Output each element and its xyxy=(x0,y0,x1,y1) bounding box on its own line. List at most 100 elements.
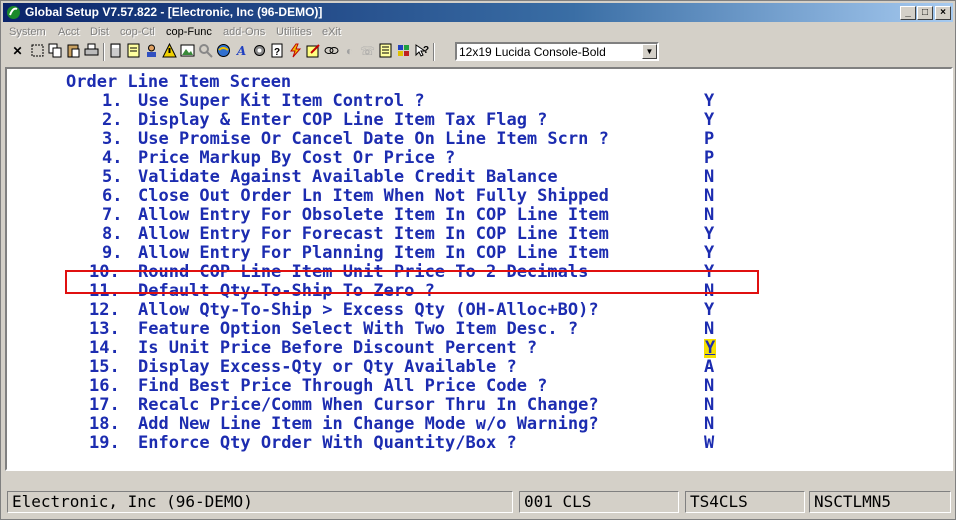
copy-icon[interactable] xyxy=(47,43,64,60)
help-icon[interactable]: ? xyxy=(413,43,430,60)
calculator-icon[interactable] xyxy=(107,43,124,60)
item-value[interactable]: Y xyxy=(704,301,714,320)
item-number: 9. xyxy=(102,243,123,263)
menu-dist[interactable]: Dist xyxy=(90,26,109,38)
item-value[interactable]: W xyxy=(704,434,714,453)
item-number: 14. xyxy=(89,338,120,358)
item-value[interactable]: N xyxy=(704,415,714,434)
item-value[interactable]: N xyxy=(704,206,714,225)
notes-icon[interactable] xyxy=(125,43,142,60)
item-label: Allow Qty-To-Ship > Excess Qty (OH-Alloc… xyxy=(138,300,599,320)
item-value[interactable]: N xyxy=(704,396,714,415)
warning-icon[interactable] xyxy=(161,42,178,60)
item-value[interactable]: A xyxy=(704,358,714,377)
item-number: 18. xyxy=(89,414,120,434)
font-select[interactable]: 12x19 Lucida Console-Bold ▼ xyxy=(455,42,659,61)
toolbar-separator xyxy=(433,43,435,61)
item-label: Is Unit Price Before Discount Percent ? xyxy=(138,338,538,358)
item-number: 5. xyxy=(102,167,123,187)
app-icon xyxy=(7,6,20,19)
item-label: Display Excess-Qty or Qty Available ? xyxy=(138,357,517,377)
item-label: Allow Entry For Obsolete Item In COP Lin… xyxy=(138,205,609,225)
item-value[interactable]: N xyxy=(704,320,714,339)
item-number: 13. xyxy=(89,319,120,339)
item-label: Price Markup By Cost Or Price ? xyxy=(138,148,456,168)
maximize-button[interactable]: □ xyxy=(917,6,933,20)
link-icon[interactable] xyxy=(323,43,340,60)
image-icon[interactable] xyxy=(179,43,196,60)
item-label: Enforce Qty Order With Quantity/Box ? xyxy=(138,433,517,453)
item-label: Add New Line Item in Change Mode w/o War… xyxy=(138,414,599,434)
item-number: 15. xyxy=(89,357,120,377)
menu-cop-func[interactable]: cop-Func xyxy=(166,26,212,38)
item-label: Display & Enter COP Line Item Tax Flag ? xyxy=(138,110,548,130)
item-value[interactable]: Y xyxy=(704,244,714,263)
svg-text:?: ? xyxy=(274,47,280,58)
menu-cop-ctl[interactable]: cop-Ctl xyxy=(120,26,155,38)
chevron-down-icon[interactable]: ▼ xyxy=(642,44,657,59)
item-number: 12. xyxy=(89,300,120,320)
item-value[interactable]: Y xyxy=(704,92,714,111)
explorer-icon[interactable] xyxy=(215,43,232,60)
item-label: Close Out Order Ln Item When Not Fully S… xyxy=(138,186,609,206)
item-number: 16. xyxy=(89,376,120,396)
lightning-icon[interactable] xyxy=(287,43,304,60)
item-label: Recalc Price/Comm When Cursor Thru In Ch… xyxy=(138,395,599,415)
item-number: 2. xyxy=(102,110,123,130)
status-company: Electronic, Inc (96-DEMO) xyxy=(7,491,513,513)
item-value[interactable]: P xyxy=(704,130,714,149)
item-value[interactable]: Y xyxy=(704,339,717,358)
item-label: Find Best Price Through All Price Code ? xyxy=(138,376,548,396)
close-window-button[interactable]: × xyxy=(935,6,951,20)
menu-exit[interactable]: eXit xyxy=(322,26,341,38)
svg-text:?: ? xyxy=(423,45,429,56)
item-number: 3. xyxy=(102,129,123,149)
status-terminal: TS4CLS xyxy=(685,491,805,513)
item-value[interactable]: Y xyxy=(704,225,714,244)
help-doc-icon[interactable]: ? xyxy=(269,43,286,60)
list-icon[interactable] xyxy=(377,43,394,60)
paste-icon[interactable] xyxy=(65,43,82,60)
item-label: Validate Against Available Credit Balanc… xyxy=(138,167,558,187)
item-value[interactable]: P xyxy=(704,149,714,168)
menu-acct[interactable]: Acct xyxy=(58,26,79,38)
print-icon[interactable] xyxy=(83,43,100,60)
phone-icon[interactable]: ☏ xyxy=(359,43,376,60)
edit-icon[interactable] xyxy=(305,43,322,60)
toolbar: ✕ A ? ◐ ☏ ? 12x19 Lucida Console-Bold ▼ xyxy=(3,41,953,63)
menu-bar: System Acct Dist cop-Ctl cop-Func add-On… xyxy=(3,23,953,41)
item-number: 19. xyxy=(89,433,120,453)
item-value[interactable]: N xyxy=(704,187,714,206)
item-value[interactable]: N xyxy=(704,377,714,396)
item-label: Allow Entry For Forecast Item In COP Lin… xyxy=(138,224,609,244)
item-number: 6. xyxy=(102,186,123,206)
user-icon[interactable] xyxy=(143,43,160,60)
screen-title: Order Line Item Screen xyxy=(66,72,292,92)
status-program: NSCTLMN5 xyxy=(809,491,951,513)
palette-icon[interactable] xyxy=(395,43,412,60)
close-icon[interactable]: ✕ xyxy=(9,43,26,60)
disabled-icon[interactable]: ◐ xyxy=(341,43,358,60)
item-label: Use Super Kit Item Control ? xyxy=(138,91,425,111)
item-number: 1. xyxy=(102,91,123,111)
minimize-button[interactable]: _ xyxy=(900,6,916,20)
item-number: 17. xyxy=(89,395,120,415)
settings-icon[interactable] xyxy=(251,43,268,60)
item-value[interactable]: Y xyxy=(704,111,714,130)
window-title: Global Setup V7.57.822 - [Electronic, In… xyxy=(25,5,323,19)
item-number: 8. xyxy=(102,224,123,244)
select-icon[interactable] xyxy=(29,43,46,60)
title-bar[interactable]: Global Setup V7.57.822 - [Electronic, In… xyxy=(3,3,953,22)
app-window: Global Setup V7.57.822 - [Electronic, In… xyxy=(0,0,956,520)
item-number: 7. xyxy=(102,205,123,225)
terminal-screen: Order Line Item Screen 1. Use Super Kit I… xyxy=(5,67,953,471)
item-label: Feature Option Select With Two Item Desc… xyxy=(138,319,579,339)
item-number: 4. xyxy=(102,148,123,168)
item-value[interactable]: N xyxy=(704,168,714,187)
menu-system[interactable]: System xyxy=(9,26,46,38)
search-icon[interactable] xyxy=(197,43,214,60)
font-icon[interactable]: A xyxy=(233,43,250,60)
menu-utilities[interactable]: Utilities xyxy=(276,26,311,38)
menu-add-ons[interactable]: add-Ons xyxy=(223,26,265,38)
current-item-highlight xyxy=(65,270,759,294)
